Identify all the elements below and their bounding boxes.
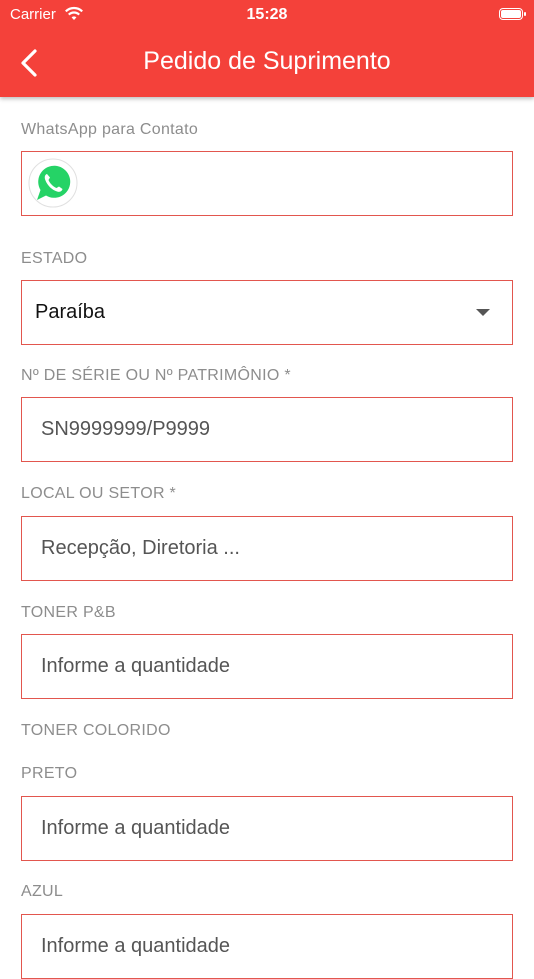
app-header: Carrier 15:28 Pedido de Suprimento — [0, 0, 534, 97]
battery-icon — [499, 8, 526, 20]
serie-input[interactable] — [22, 398, 512, 461]
serie-field[interactable] — [21, 397, 513, 462]
serie-label: Nº DE SÉRIE OU Nº PATRIMÔNIO * — [21, 367, 291, 384]
whatsapp-icon — [28, 158, 78, 208]
preto-field[interactable] — [21, 796, 513, 861]
estado-selected-value: Paraíba — [35, 301, 106, 323]
toner-colorido-label: TONER COLORIDO — [21, 722, 171, 739]
dropdown-caret-icon — [476, 309, 490, 316]
status-bar: Carrier 15:28 — [0, 6, 534, 24]
azul-field[interactable] — [21, 914, 513, 979]
local-field[interactable] — [21, 516, 513, 581]
toner-pb-label: TONER P&B — [21, 604, 116, 621]
local-label: LOCAL OU SETOR * — [21, 485, 177, 502]
preto-input[interactable] — [22, 797, 512, 860]
whatsapp-label: WhatsApp para Contato — [21, 121, 199, 138]
estado-label: ESTADO — [21, 250, 88, 267]
status-time: 15:28 — [246, 6, 288, 23]
azul-input[interactable] — [22, 915, 512, 978]
azul-label: AZUL — [21, 883, 64, 900]
local-input[interactable] — [22, 517, 512, 580]
toner-pb-input[interactable] — [22, 635, 512, 698]
whatsapp-field[interactable] — [21, 151, 513, 216]
toner-pb-field[interactable] — [21, 634, 513, 699]
preto-label: PRETO — [21, 765, 78, 782]
page-title: Pedido de Suprimento — [143, 47, 391, 75]
estado-select[interactable]: Paraíba — [21, 280, 513, 345]
